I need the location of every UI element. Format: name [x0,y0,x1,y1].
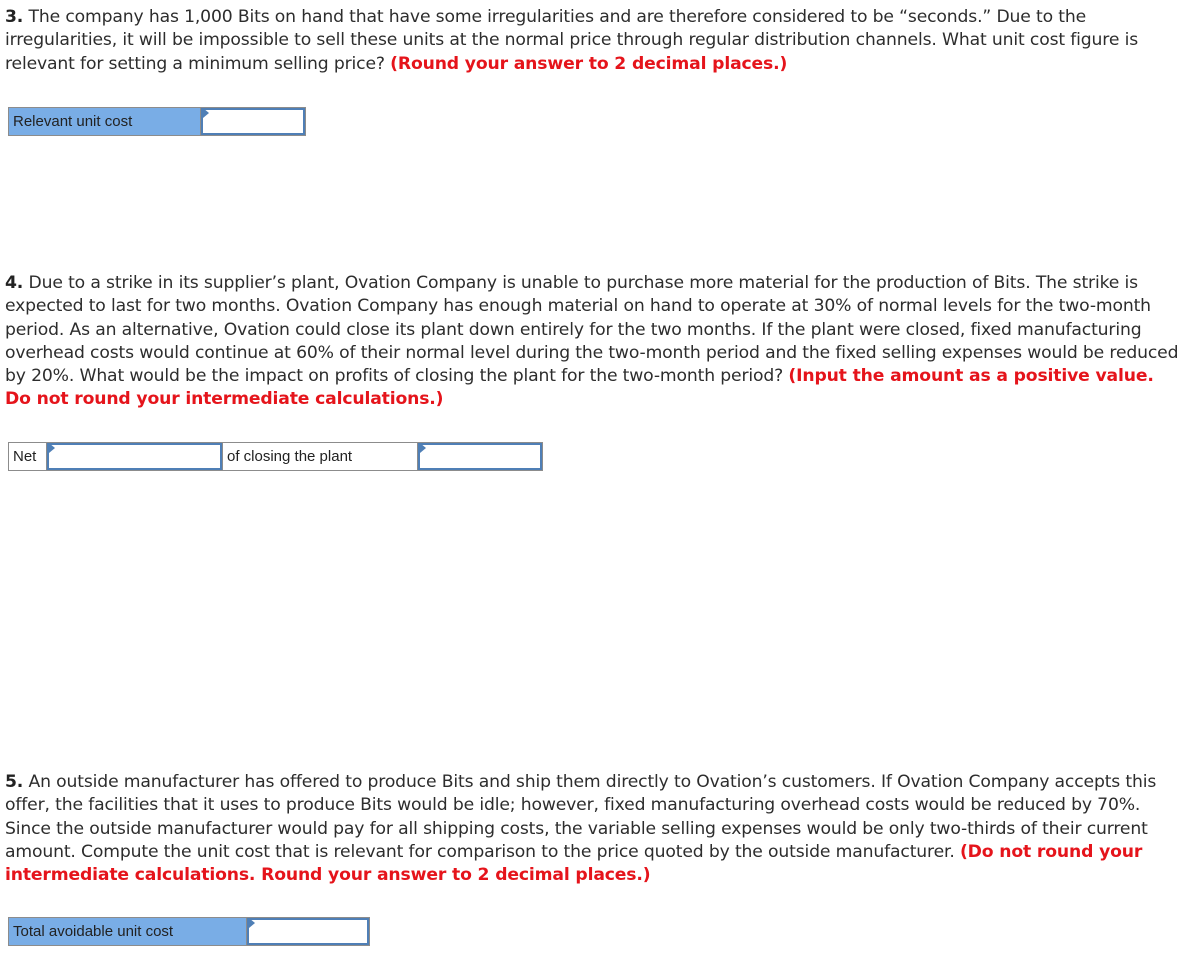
net-effect-select[interactable] [47,443,222,470]
relevant-unit-cost-input[interactable] [201,108,305,135]
answer-row: Total avoidable unit cost [8,917,370,946]
question-3: 3. The company has 1,000 Bits on hand th… [5,6,1185,76]
input-cell [417,442,543,471]
flag-icon [49,443,55,453]
row-label-prefix: Net [8,442,47,471]
answer-row: Net of closing the plant [8,442,543,471]
answer-row: Relevant unit cost [8,107,306,136]
question-5: 5. An outside manufacturer has offered t… [5,771,1185,887]
row-label-middle: of closing the plant [222,442,418,471]
input-cell [200,107,306,136]
input-cell [246,917,370,946]
answer-table-q5: Total avoidable unit cost [8,917,370,946]
question-number: 4. [5,273,24,293]
closing-impact-input[interactable] [418,443,542,470]
question-number: 5. [5,772,24,792]
total-avoidable-unit-cost-input[interactable] [247,918,369,945]
flag-icon [203,108,209,118]
question-number: 3. [5,7,24,27]
question-4: 4. Due to a strike in its supplier’s pla… [5,272,1185,412]
answer-table-q3: Relevant unit cost [8,107,306,136]
flag-icon [249,918,255,928]
row-label: Relevant unit cost [8,107,201,136]
row-label: Total avoidable unit cost [8,917,247,946]
input-cell [46,442,223,471]
flag-icon [420,443,426,453]
question-instruction: (Round your answer to 2 decimal places.) [390,53,788,74]
answer-table-q4: Net of closing the plant [8,442,543,471]
